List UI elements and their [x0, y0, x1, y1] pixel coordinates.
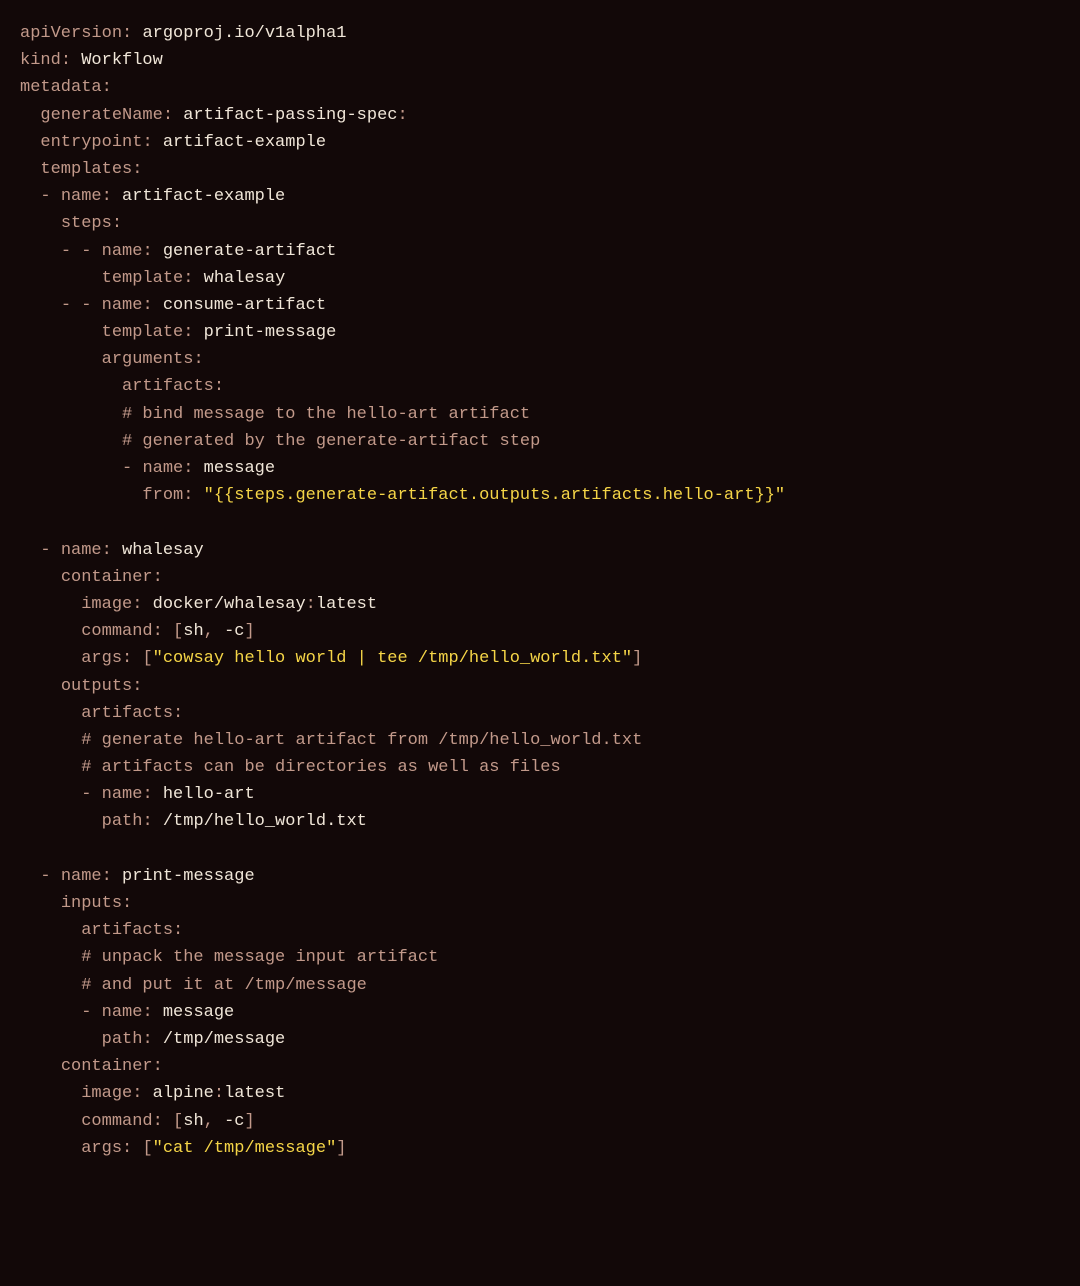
key-generatename: generateName: [40, 106, 162, 125]
val-apiversion: argoproj.io/v1alpha1: [142, 24, 346, 43]
step0-name: generate-artifact: [163, 242, 336, 261]
out-artifact-name: hello-art: [163, 785, 255, 804]
tmpl1-image-tag: latest: [316, 595, 377, 614]
tmpl1-args: "cowsay hello world | tee /tmp/hello_wor…: [153, 649, 632, 668]
dash-icon: -: [40, 187, 50, 206]
yaml-code-block: apiVersion: argoproj.io/v1alpha1 kind: W…: [20, 20, 1060, 1162]
key-metadata: metadata: [20, 78, 102, 97]
step0-template: whalesay: [204, 269, 286, 288]
key-templates: templates: [40, 160, 132, 179]
tmpl1-image-repo: docker/whalesay: [153, 595, 306, 614]
step1-name: consume-artifact: [163, 296, 326, 315]
comment-line: # bind message to the hello-art artifact: [122, 405, 530, 424]
in-artifact-path: /tmp/message: [163, 1030, 285, 1049]
comment-line: # and put it at /tmp/message: [81, 976, 367, 995]
out-artifact-path: /tmp/hello_world.txt: [163, 812, 367, 831]
tmpl2-image-repo: alpine: [153, 1084, 214, 1103]
comment-line: # unpack the message input artifact: [81, 948, 438, 967]
key-kind: kind: [20, 51, 61, 70]
val-kind: Workflow: [81, 51, 163, 70]
arg-artifact-name: message: [204, 459, 275, 478]
val-entrypoint: artifact-example: [163, 133, 326, 152]
tmpl0-name: artifact-example: [122, 187, 285, 206]
comment-line: # generate hello-art artifact from /tmp/…: [81, 731, 642, 750]
in-artifact-name: message: [163, 1003, 234, 1022]
val-generatename: artifact-passing-spec: [183, 106, 397, 125]
comment-line: # artifacts can be directories as well a…: [81, 758, 560, 777]
comment-line: # generated by the generate-artifact ste…: [122, 432, 540, 451]
tmpl2-name: print-message: [122, 867, 255, 886]
tmpl2-image-tag: latest: [224, 1084, 285, 1103]
step1-template: print-message: [204, 323, 337, 342]
tmpl1-name: whalesay: [122, 541, 204, 560]
tmpl2-args: "cat /tmp/message": [153, 1139, 337, 1158]
key-entrypoint: entrypoint: [40, 133, 142, 152]
key-apiversion: apiVersion: [20, 24, 122, 43]
arg-artifact-from: "{{steps.generate-artifact.outputs.artif…: [204, 486, 786, 505]
